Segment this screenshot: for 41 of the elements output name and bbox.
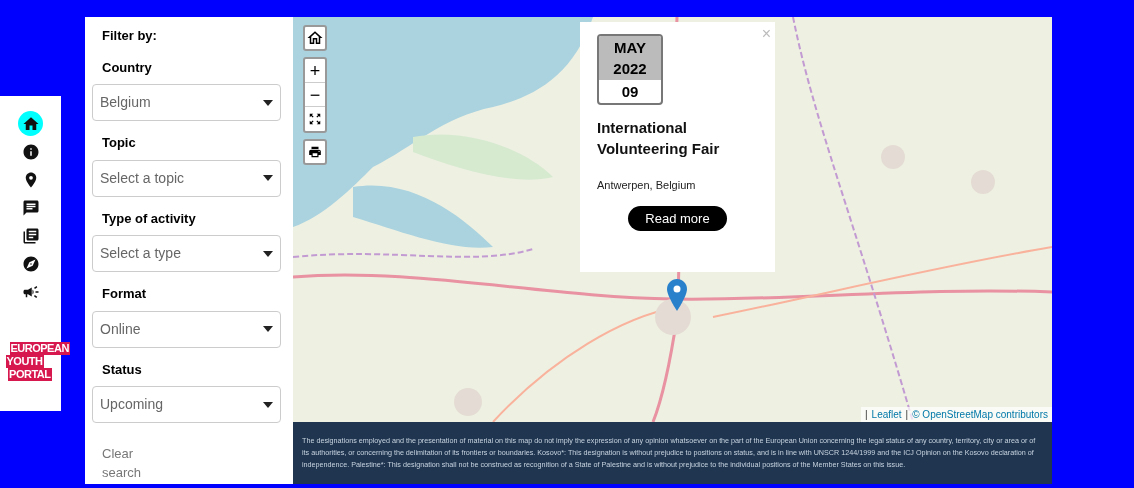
date-year: 2022 [613, 59, 647, 79]
attribution-separator: | [864, 408, 868, 422]
town-area [655, 299, 691, 335]
logo-text: EUROPEAN [9, 342, 70, 355]
clear-search-link[interactable]: Clear search [102, 444, 152, 482]
home-icon[interactable] [18, 111, 43, 136]
logo-text: PORTAL [8, 368, 52, 381]
attribution-link[interactable]: Leaflet [871, 407, 902, 422]
select-field[interactable]: Select a topic [92, 159, 281, 197]
map[interactable]: + − × MAY 2022 09 International Volunteering Fair Antwerpen, Belgium Read more | Leaflet | © OpenStreetMap contributors [293, 17, 1052, 422]
caret-icon [263, 99, 273, 106]
filter-label: Format [102, 285, 148, 303]
attribution-link[interactable]: © OpenStreetMap contributors [912, 407, 1048, 422]
caret-icon [263, 326, 273, 332]
filter-label: Status [102, 360, 143, 379]
caret-icon [263, 250, 273, 257]
map-marker-icon[interactable] [667, 279, 687, 311]
filter-label: Type of activity [102, 209, 197, 228]
caret-icon [263, 401, 273, 408]
filter-label: Topic [102, 134, 137, 152]
attribution-separator: | [905, 408, 909, 422]
zoom-in-button[interactable]: + [305, 59, 325, 83]
zoom-out-button[interactable]: − [305, 83, 325, 107]
event-location: Antwerpen, Belgium [597, 178, 697, 193]
caret-icon [263, 175, 273, 181]
print-icon [308, 145, 322, 159]
logo-text: YOUTH [5, 355, 44, 368]
select-field[interactable]: Select a type [92, 235, 281, 272]
home-icon [306, 29, 324, 47]
event-title: International Volunteering Fair [597, 118, 721, 159]
date-day: 09 [621, 80, 639, 103]
date-month: MAY [614, 38, 646, 58]
select-field[interactable]: Online [92, 310, 281, 348]
filter-label: Country [102, 58, 153, 77]
select-field[interactable]: Belgium [92, 84, 281, 121]
filter-title: Filter by: [102, 27, 158, 45]
home-button[interactable] [303, 25, 327, 51]
print-button[interactable] [303, 139, 327, 165]
select-field[interactable]: Upcoming [92, 386, 281, 423]
read-more-button[interactable]: Read more [628, 205, 727, 231]
expand-arrows-icon [308, 112, 322, 126]
